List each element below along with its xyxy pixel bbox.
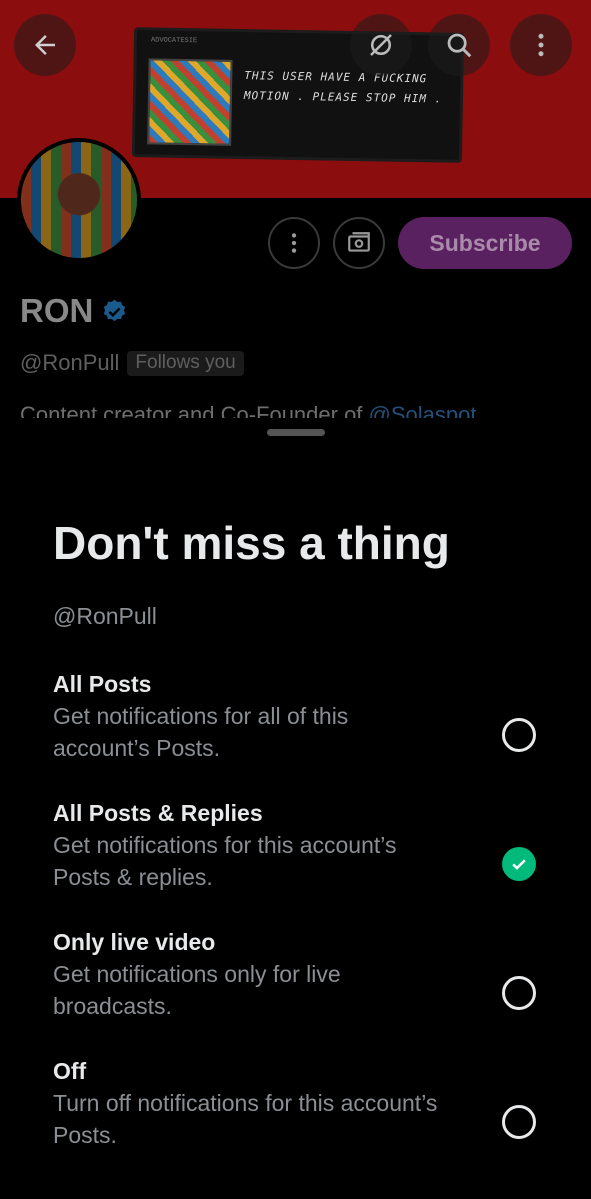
banner-artwork: ADVOCATESIE THIS USER HAVE A FUCKING MOT… [131, 27, 465, 163]
option-title: Off [53, 1058, 87, 1084]
option-title: All Posts [53, 671, 152, 697]
search-icon [447, 33, 472, 58]
option-description-line: Posts & replies. [53, 864, 213, 890]
profile-handle-row: @RonPull Follows you [20, 350, 244, 376]
sheet-drag-handle[interactable] [267, 429, 325, 436]
option-description-line: Get notifications only for live [53, 961, 341, 987]
profile-handle: @RonPull [20, 350, 120, 375]
radio-button-selected[interactable] [502, 847, 536, 881]
radio-button[interactable] [502, 1105, 536, 1139]
option-description: Get notifications for all of this accoun… [53, 700, 493, 764]
option-description: Get notifications for this account’s Pos… [53, 829, 493, 893]
sheet-handle: @RonPull [53, 603, 157, 629]
option-description: Turn off notifications for this account’… [53, 1087, 493, 1151]
option-only-live-video[interactable]: Only live video Get notifications only f… [53, 926, 553, 1022]
grok-icon [370, 34, 392, 56]
option-title: Only live video [53, 929, 216, 955]
profile-more-button[interactable] [268, 217, 320, 269]
option-title: All Posts & Replies [53, 800, 263, 826]
money-icon [348, 232, 370, 252]
option-description-line: Get notifications for this account’s [53, 832, 397, 858]
option-description-line: account’s Posts. [53, 735, 221, 761]
radio-button[interactable] [502, 976, 536, 1010]
profile-bio: Content creator and Co-Founder of @Solas… [20, 400, 476, 420]
option-all-posts-replies[interactable]: All Posts & Replies Get notifications fo… [53, 797, 553, 893]
check-icon [512, 859, 526, 870]
tip-button[interactable] [333, 217, 385, 269]
more-vertical-icon [291, 233, 297, 253]
search-button[interactable] [428, 14, 490, 76]
banner-art-caption: THIS USER HAVE A FUCKING MOTION . PLEASE… [243, 69, 443, 106]
option-description-line: Posts. [53, 1122, 117, 1148]
option-off[interactable]: Off Turn off notifications for this acco… [53, 1055, 553, 1151]
verified-badge-icon [104, 299, 126, 321]
arrow-left-icon [35, 35, 55, 55]
option-description: Get notifications only for live broadcas… [53, 958, 493, 1022]
grok-button[interactable] [350, 14, 412, 76]
option-description-line: Get notifications for all of this [53, 703, 349, 729]
avatar[interactable] [17, 138, 141, 262]
banner-art-small-text: ADVOCATESIE [150, 36, 198, 46]
back-button[interactable] [14, 14, 76, 76]
profile-name-row: RON [20, 292, 128, 330]
more-options-button[interactable] [510, 14, 572, 76]
follows-you-badge: Follows you [127, 350, 244, 376]
option-all-posts[interactable]: All Posts Get notifications for all of t… [53, 668, 553, 764]
more-vertical-icon [538, 33, 544, 57]
option-description-line: Turn off notifications for this account’… [53, 1090, 438, 1116]
sheet-title: Don't miss a thing [53, 517, 450, 569]
radio-button[interactable] [502, 718, 536, 752]
option-description-line: broadcasts. [53, 993, 172, 1019]
banner-art-thumbnail [147, 58, 233, 146]
profile-name: RON [20, 292, 94, 329]
subscribe-button[interactable]: Subscribe [398, 217, 572, 269]
notification-settings-sheet: Don't miss a thing @RonPull All Posts Ge… [0, 418, 591, 1199]
